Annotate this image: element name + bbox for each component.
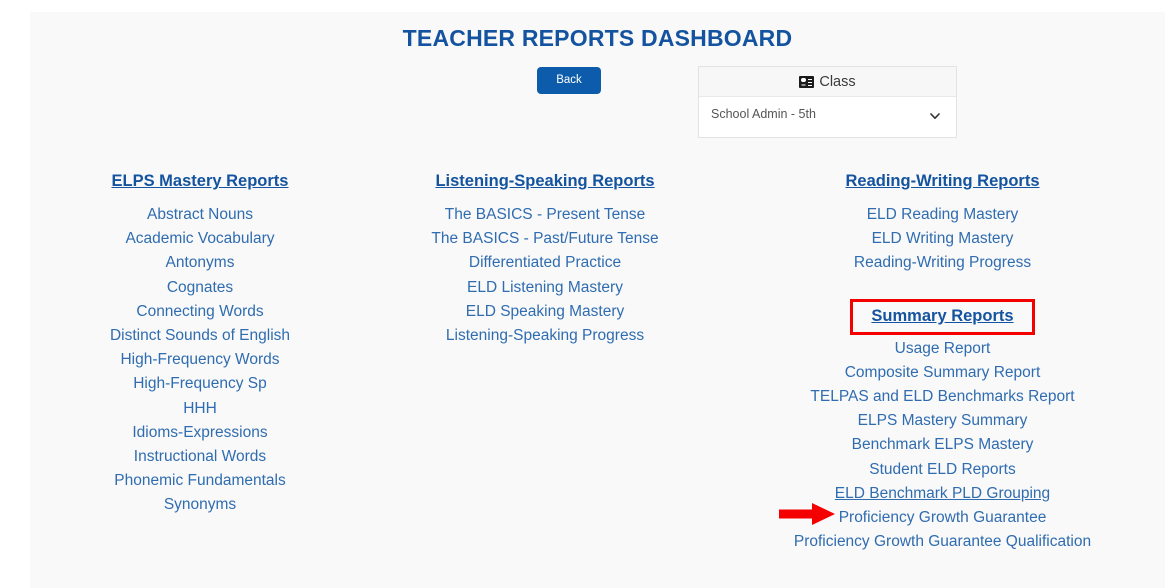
page-root: TEACHER REPORTS DASHBOARD Back Class Sch… xyxy=(0,0,1165,588)
report-link[interactable]: ELD Writing Mastery xyxy=(720,227,1165,251)
summary-reports-section: Summary Reports Usage Report Composite S… xyxy=(720,298,1165,555)
reports-columns: ELPS Mastery Reports Abstract Nouns Acad… xyxy=(30,172,1165,554)
report-link[interactable]: Connecting Words xyxy=(30,300,370,324)
class-panel-header: Class xyxy=(699,67,956,97)
column-heading-listening-speaking[interactable]: Listening-Speaking Reports xyxy=(435,172,654,191)
link-list-reading-writing: ELD Reading Mastery ELD Writing Mastery … xyxy=(720,203,1165,276)
report-link[interactable]: Antonyms xyxy=(30,251,370,275)
column-heading-reading-writing[interactable]: Reading-Writing Reports xyxy=(845,172,1039,191)
summary-reports-highlight-box: Summary Reports xyxy=(850,298,1035,335)
column-listening-speaking: Listening-Speaking Reports The BASICS - … xyxy=(370,172,720,554)
class-select[interactable]: School Admin - 5th xyxy=(711,107,943,121)
report-link[interactable]: High-Frequency Words xyxy=(30,348,370,372)
report-link-eld-benchmark-pld-grouping[interactable]: ELD Benchmark PLD Grouping xyxy=(720,482,1165,506)
report-link[interactable]: Composite Summary Report xyxy=(720,361,1165,385)
summary-reports-heading[interactable]: Summary Reports xyxy=(871,307,1013,325)
report-link[interactable]: ELD Reading Mastery xyxy=(720,203,1165,227)
link-list-elps-mastery: Abstract Nouns Academic Vocabulary Anton… xyxy=(30,203,370,518)
report-link[interactable]: ELD Listening Mastery xyxy=(370,276,720,300)
class-panel-body: School Admin - 5th xyxy=(699,97,956,137)
class-panel-label: Class xyxy=(819,73,856,90)
link-list-listening-speaking: The BASICS - Present Tense The BASICS - … xyxy=(370,203,720,348)
dashboard-container: TEACHER REPORTS DASHBOARD Back Class Sch… xyxy=(30,12,1165,588)
report-link[interactable]: Synonyms xyxy=(30,493,370,517)
report-link[interactable]: HHH xyxy=(30,397,370,421)
report-link[interactable]: Proficiency Growth Guarantee Qualificati… xyxy=(720,530,1165,554)
column-elps-mastery: ELPS Mastery Reports Abstract Nouns Acad… xyxy=(30,172,370,554)
report-link[interactable]: Proficiency Growth Guarantee xyxy=(720,506,1165,530)
report-link[interactable]: High-Frequency Sp xyxy=(30,372,370,396)
report-link[interactable]: ELPS Mastery Summary xyxy=(720,409,1165,433)
report-link[interactable]: Cognates xyxy=(30,276,370,300)
id-card-icon xyxy=(799,75,815,88)
column-reading-writing: Reading-Writing Reports ELD Reading Mast… xyxy=(720,172,1165,554)
report-link[interactable]: Student ELD Reports xyxy=(720,458,1165,482)
report-link[interactable]: The BASICS - Present Tense xyxy=(370,203,720,227)
column-heading-elps-mastery[interactable]: ELPS Mastery Reports xyxy=(112,172,289,191)
report-link[interactable]: Distinct Sounds of English xyxy=(30,324,370,348)
report-link[interactable]: Instructional Words xyxy=(30,445,370,469)
report-link[interactable]: Academic Vocabulary xyxy=(30,227,370,251)
report-link[interactable]: TELPAS and ELD Benchmarks Report xyxy=(720,385,1165,409)
report-link[interactable]: Abstract Nouns xyxy=(30,203,370,227)
report-link[interactable]: The BASICS - Past/Future Tense xyxy=(370,227,720,251)
report-link[interactable]: Differentiated Practice xyxy=(370,251,720,275)
page-title: TEACHER REPORTS DASHBOARD xyxy=(402,25,793,51)
report-link[interactable]: Benchmark ELPS Mastery xyxy=(720,433,1165,457)
report-link[interactable]: Usage Report xyxy=(720,337,1165,361)
report-link[interactable]: ELD Speaking Mastery xyxy=(370,300,720,324)
back-button[interactable]: Back xyxy=(537,67,601,94)
class-panel: Class School Admin - 5th xyxy=(698,66,957,138)
report-link[interactable]: Idioms-Expressions xyxy=(30,421,370,445)
report-link[interactable]: Phonemic Fundamentals xyxy=(30,469,370,493)
report-link[interactable]: Listening-Speaking Progress xyxy=(370,324,720,348)
report-link[interactable]: Reading-Writing Progress xyxy=(720,251,1165,275)
link-list-summary-reports: Usage Report Composite Summary Report TE… xyxy=(720,337,1165,555)
